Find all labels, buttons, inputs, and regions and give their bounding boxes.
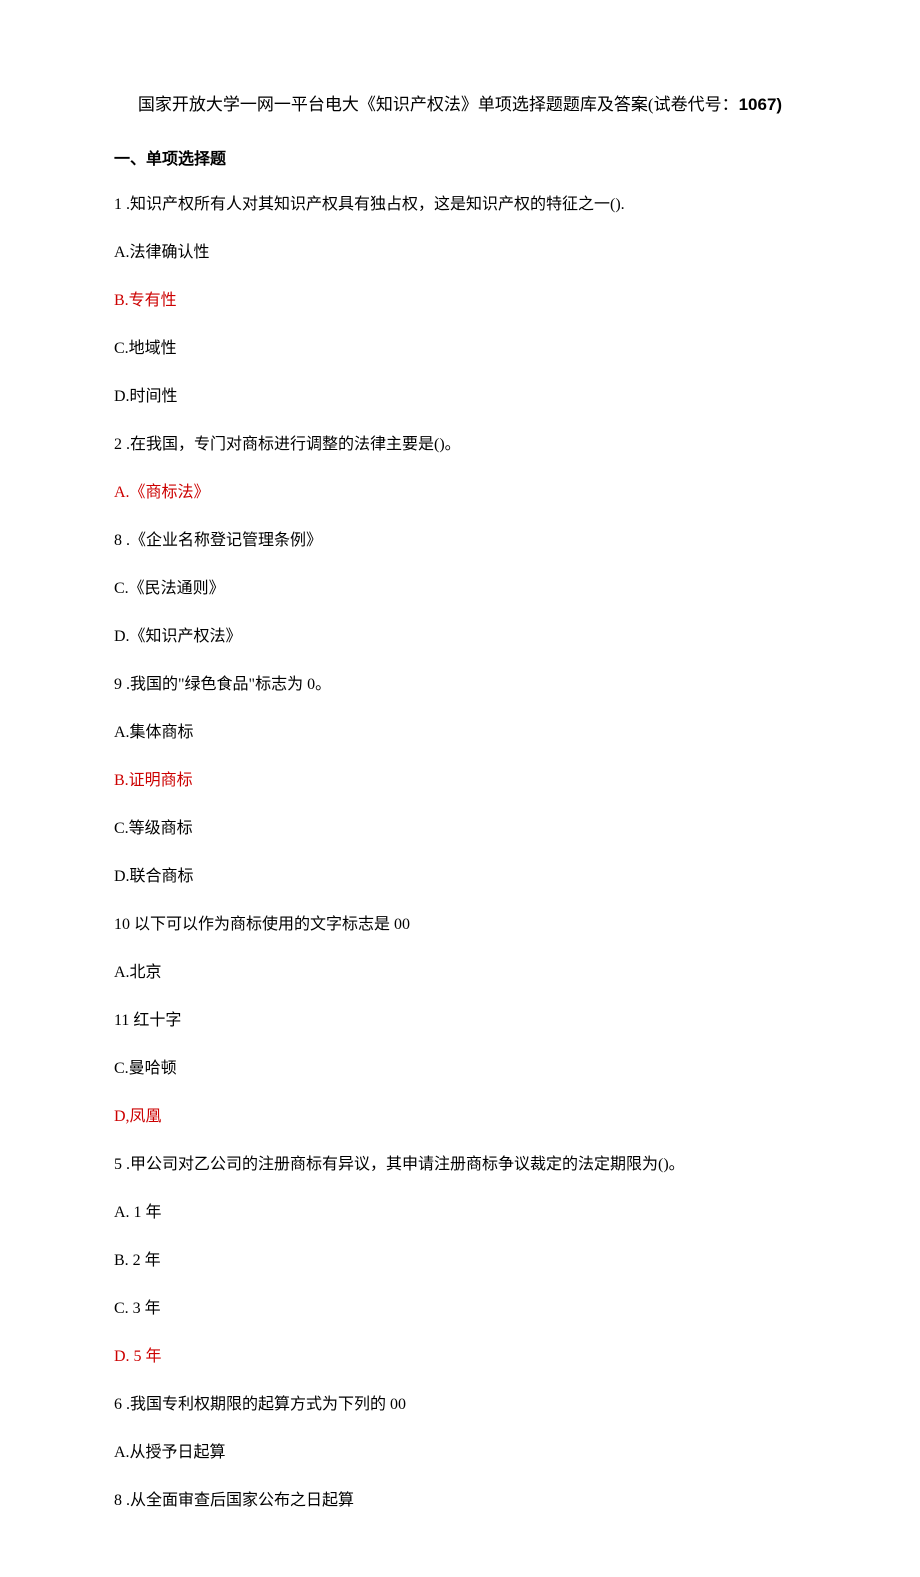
option-line: A.从授予日起算 — [114, 1441, 840, 1465]
option-line: A. 1 年 — [114, 1201, 840, 1225]
option-line: C.《民法通则》 — [114, 577, 840, 601]
option-line: C.等级商标 — [114, 817, 840, 841]
title-code: 1067) — [739, 95, 782, 114]
question-line: 10 以下可以作为商标使用的文字标志是 00 — [114, 913, 840, 937]
question-line: 5 .甲公司对乙公司的注册商标有异议，其申请注册商标争议裁定的法定期限为()。 — [114, 1153, 840, 1177]
option-line: C.曼哈顿 — [114, 1057, 840, 1081]
option-line: D.时间性 — [114, 385, 840, 409]
question-line: 1 .知识产权所有人对其知识产权具有独占权，这是知识产权的特征之一(). — [114, 193, 840, 217]
section-heading: 一、单项选择题 — [114, 145, 840, 169]
option-line: A.北京 — [114, 961, 840, 985]
question-line: 2 .在我国，专门对商标进行调整的法律主要是()。 — [114, 433, 840, 457]
option-line: 11 红十字 — [114, 1009, 840, 1033]
option-line: A.法律确认性 — [114, 241, 840, 265]
option-line: A.集体商标 — [114, 721, 840, 745]
option-line: D.联合商标 — [114, 865, 840, 889]
option-line: 8 .从全面审查后国家公布之日起算 — [114, 1489, 840, 1513]
question-line: 6 .我国专利权期限的起算方式为下列的 00 — [114, 1393, 840, 1417]
option-line-answer: A.《商标法》 — [114, 481, 840, 505]
question-line: 9 .我国的"绿色食品"标志为 0。 — [114, 673, 840, 697]
option-line: D.《知识产权法》 — [114, 625, 840, 649]
option-line-answer: D. 5 年 — [114, 1345, 840, 1369]
option-line: 8 .《企业名称登记管理条例》 — [114, 529, 840, 553]
document-title: 国家开放大学一网一平台电大《知识产权法》单项选择题题库及答案(试卷代号：1067… — [80, 90, 840, 115]
title-prefix: 国家开放大学一网一平台电大《知识产权法》单项选择题题库及答案(试卷代号： — [138, 95, 739, 114]
option-line-answer: B.证明商标 — [114, 769, 840, 793]
option-line-answer: D,凤凰 — [114, 1105, 840, 1129]
option-line: C.地域性 — [114, 337, 840, 361]
option-line-answer: B.专有性 — [114, 289, 840, 313]
option-line: B. 2 年 — [114, 1249, 840, 1273]
